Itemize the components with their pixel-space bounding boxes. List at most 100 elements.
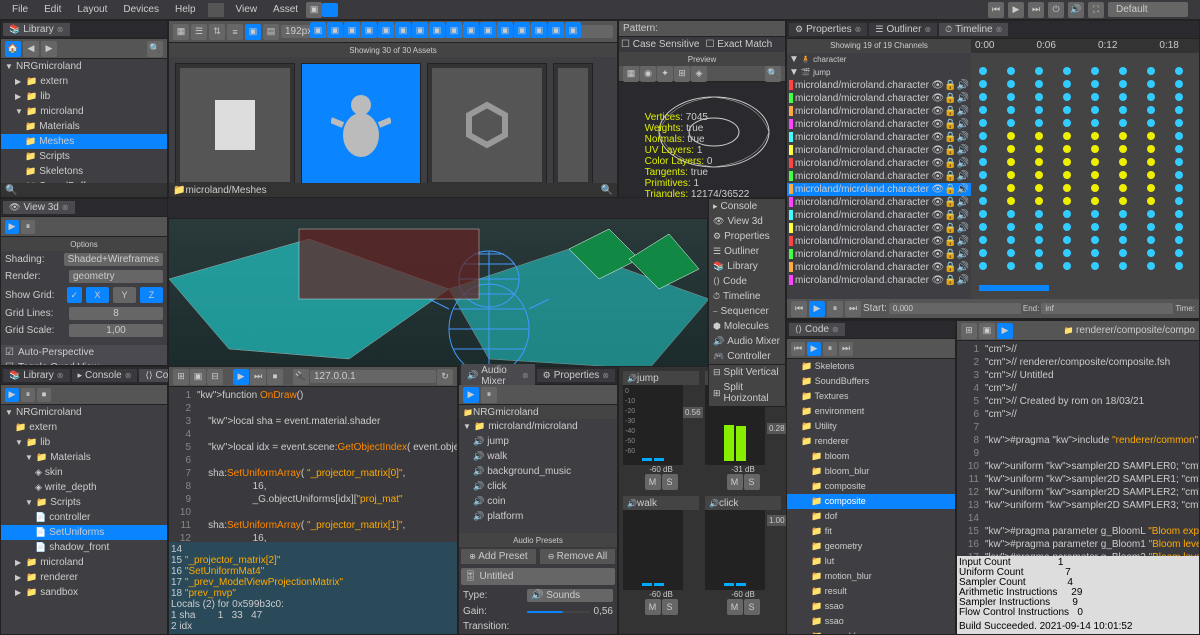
- tree-item[interactable]: 📁 environment: [787, 404, 955, 419]
- timeline-grid[interactable]: [971, 53, 1199, 299]
- tree-item[interactable]: 📁 motion_blur: [787, 569, 955, 584]
- tree-item[interactable]: 🔊 background_music: [459, 464, 617, 479]
- render-select[interactable]: geometry: [69, 270, 163, 283]
- tree-item-selected[interactable]: 📄 SetUniforms: [1, 525, 167, 540]
- tree-root[interactable]: ▼NRGmicroland: [1, 405, 167, 420]
- refresh-icon[interactable]: ↻: [437, 369, 453, 385]
- menu-item[interactable]: ☰ Outliner: [709, 244, 785, 259]
- rewind-icon[interactable]: ⏮: [791, 301, 807, 317]
- tree-item[interactable]: 🔊 jump: [459, 434, 617, 449]
- tree-item[interactable]: 📁 Materials: [1, 119, 167, 134]
- menu-item[interactable]: 🔊 Audio Mixer: [709, 334, 785, 349]
- fwd-icon[interactable]: ⏭: [839, 342, 853, 356]
- tab-properties[interactable]: ⚙ Properties ⊗: [789, 23, 867, 36]
- solo-icon[interactable]: S: [744, 599, 760, 615]
- preview-tool[interactable]: ◉: [640, 66, 656, 82]
- channel-row[interactable]: microland/microland.character👁🔒🔊: [787, 274, 971, 287]
- menu-item[interactable]: ⬢ Molecules: [709, 319, 785, 334]
- tree-item[interactable]: 📁 dof: [787, 509, 955, 524]
- tree-item[interactable]: ▶📁 microland: [1, 555, 167, 570]
- tab-code[interactable]: ⟨⟩ Code ⊗: [789, 323, 845, 336]
- toolbar-btn[interactable]: ▣: [306, 2, 322, 18]
- tree-item[interactable]: 📁 Textures: [787, 389, 955, 404]
- tab-props[interactable]: ⚙ Properties ⊗: [537, 369, 615, 382]
- tree-item[interactable]: 📁 bloom: [787, 449, 955, 464]
- tree-item-selected[interactable]: 📁 Meshes: [1, 134, 167, 149]
- menu-devices[interactable]: Devices: [115, 2, 167, 17]
- pause-icon[interactable]: ⏸: [823, 342, 837, 356]
- menu-item[interactable]: 👁 View 3d: [709, 214, 785, 229]
- tool[interactable]: ⊞: [173, 369, 189, 385]
- tool[interactable]: ⊞: [961, 323, 977, 339]
- stop-icon[interactable]: ⏹: [267, 369, 283, 385]
- mute-icon[interactable]: M: [727, 599, 743, 615]
- tab-console[interactable]: ▸ Console ⊗: [72, 369, 138, 382]
- channel-row[interactable]: microland/microland.character👁🔒🔊: [787, 105, 971, 118]
- tree-item[interactable]: 📁 ssao_blur: [787, 629, 955, 634]
- play-icon[interactable]: ▶: [463, 387, 479, 403]
- sort-icon[interactable]: ⇅: [209, 24, 225, 40]
- tree-item[interactable]: 📁 fit: [787, 524, 955, 539]
- tree-item[interactable]: ▼📁 Scripts: [1, 495, 167, 510]
- tree-item[interactable]: ▼📁 Materials: [1, 450, 167, 465]
- menu-edit[interactable]: Edit: [36, 2, 69, 17]
- search-icon[interactable]: 🔍: [765, 66, 781, 82]
- channel-row[interactable]: microland/microland.character👁🔒🔊: [787, 118, 971, 131]
- tree-item[interactable]: 📁 Utility: [787, 419, 955, 434]
- tree-item[interactable]: 🔊 click: [459, 479, 617, 494]
- next-icon[interactable]: ⏭: [1028, 2, 1044, 18]
- menu-item[interactable]: 🎮 Controller: [709, 349, 785, 364]
- tree-item[interactable]: 📁 result: [787, 584, 955, 599]
- start-field[interactable]: 0,000: [889, 303, 1021, 314]
- tab-library[interactable]: 📚 Library ⊗: [3, 369, 70, 382]
- tree-item[interactable]: ◈ skin: [1, 465, 167, 480]
- tab-timeline[interactable]: ⏱ Timeline ⊗: [939, 23, 1008, 36]
- tree-item[interactable]: 🔊 coin: [459, 494, 617, 509]
- stop-icon[interactable]: ⏹: [37, 388, 51, 402]
- pause-icon[interactable]: ⏸: [21, 388, 35, 402]
- profile-select[interactable]: Default: [1108, 2, 1188, 17]
- fwd-icon[interactable]: ▶: [41, 41, 57, 57]
- play-icon[interactable]: ▶: [997, 323, 1013, 339]
- fwd-icon[interactable]: ⏭: [845, 301, 861, 317]
- play-icon[interactable]: ▶: [5, 220, 19, 234]
- tree-item[interactable]: 📁 geometry: [787, 539, 955, 554]
- exact-checkbox[interactable]: ☐ Exact Match: [705, 39, 772, 50]
- tree-item[interactable]: ▼📁 lib: [1, 435, 167, 450]
- end-field[interactable]: inf: [1041, 303, 1173, 314]
- mute-icon[interactable]: M: [645, 474, 661, 490]
- menu-item[interactable]: 📚 Library: [709, 259, 785, 274]
- channel-row[interactable]: microland/microland.character👁🔒🔊: [787, 79, 971, 92]
- asset-card[interactable]: coll: [553, 63, 593, 183]
- channel-row[interactable]: microland/microland.character👁🔒🔊: [787, 261, 971, 274]
- tree-item[interactable]: 📄 controller: [1, 510, 167, 525]
- gridscale-input[interactable]: 1,00: [69, 324, 163, 337]
- play-icon[interactable]: ▶: [5, 388, 19, 402]
- channel-row[interactable]: microland/microland.character👁🔒🔊: [787, 209, 971, 222]
- type-select[interactable]: 🔊 Sounds: [527, 589, 613, 602]
- shader-code[interactable]: 1"cm">//2"cm">// renderer/composite/comp…: [957, 341, 1199, 556]
- pause-icon[interactable]: ⏸: [481, 387, 497, 403]
- preview-tool[interactable]: ✦: [657, 66, 673, 82]
- play-icon[interactable]: ▶: [233, 369, 249, 385]
- channel-row[interactable]: microland/microland.character👁🔒🔊: [787, 196, 971, 209]
- grid-toggle[interactable]: ✓: [67, 287, 82, 303]
- tree-item[interactable]: ▼📁 microland: [1, 104, 167, 119]
- expand-icon[interactable]: ⛶: [1088, 2, 1104, 18]
- auto-checkbox[interactable]: ☑: [5, 347, 14, 358]
- tree-item[interactable]: 📁 SoundBuffers: [787, 374, 955, 389]
- menu-view[interactable]: View: [228, 2, 266, 17]
- step-icon[interactable]: ⏭: [250, 369, 266, 385]
- channel-row[interactable]: microland/microland.character👁🔒🔊: [787, 235, 971, 248]
- tool[interactable]: ▣: [190, 369, 206, 385]
- menu-split-h[interactable]: ⊞ Split Horizontal: [709, 380, 785, 406]
- debug-icon[interactable]: 🔌: [293, 369, 309, 385]
- menu-split-v[interactable]: ⊟ Split Vertical: [709, 365, 785, 380]
- tree-item[interactable]: 📁 composite: [787, 479, 955, 494]
- tab-outliner[interactable]: ☰ Outliner ⊗: [869, 23, 937, 36]
- tree-item[interactable]: ▶📁 sandbox: [1, 585, 167, 600]
- tab-audio[interactable]: 🔊 Audio Mixer ⊗: [461, 364, 535, 388]
- tool[interactable]: ▣: [979, 323, 995, 339]
- tree-item[interactable]: 📁 Scripts: [1, 149, 167, 164]
- rewind-icon[interactable]: ⏮: [791, 342, 805, 356]
